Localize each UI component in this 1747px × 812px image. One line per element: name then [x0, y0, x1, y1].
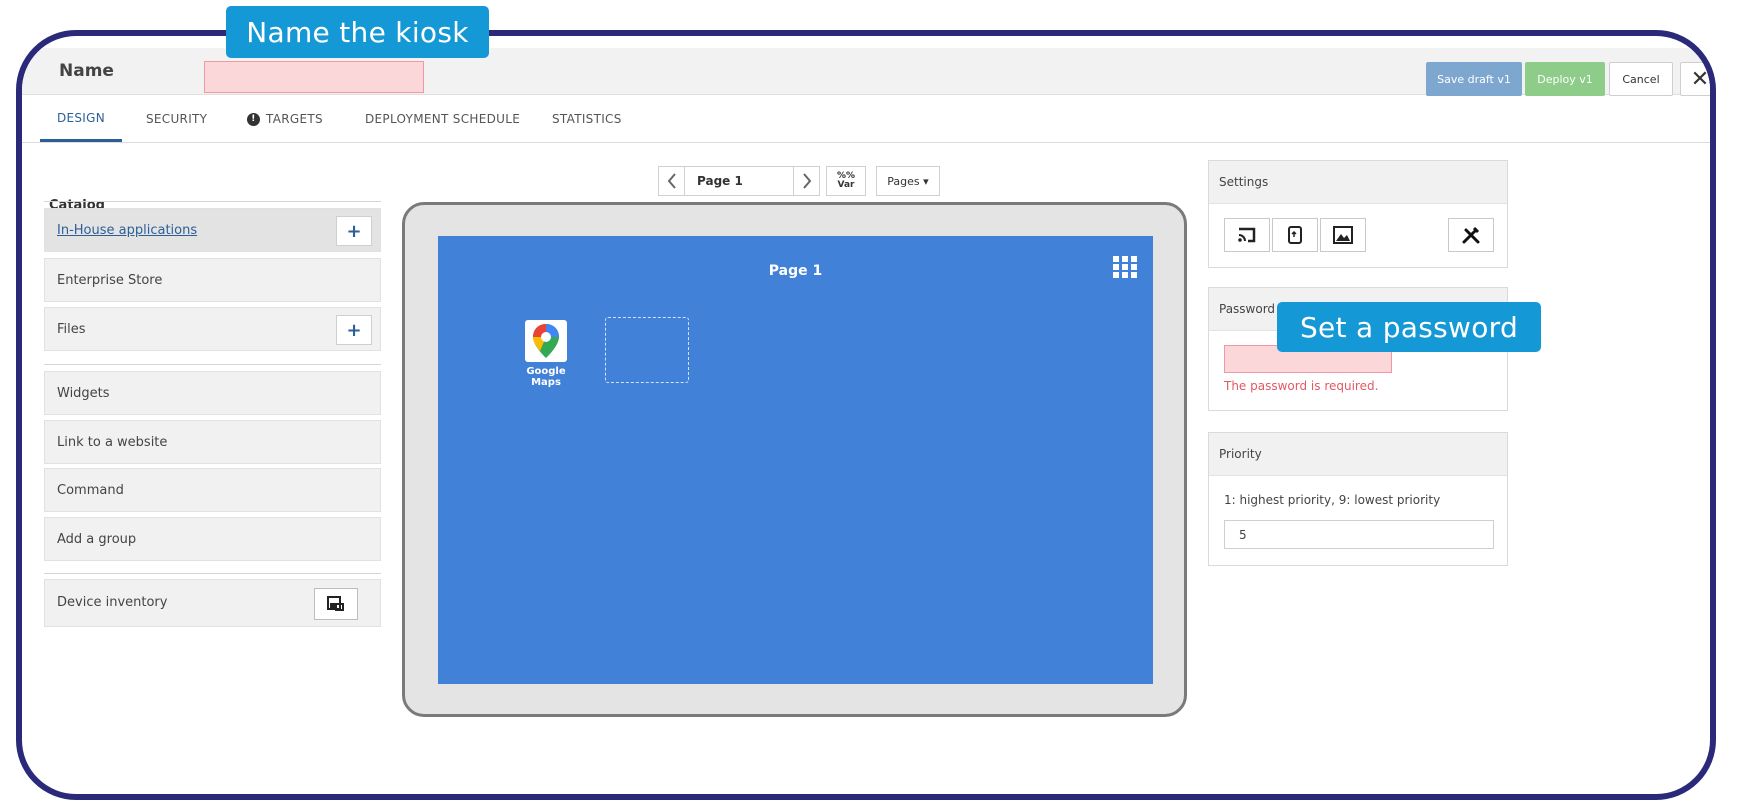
previous-page-button[interactable]: [658, 166, 684, 196]
save-draft-button[interactable]: Save draft v1: [1426, 62, 1522, 96]
alert-icon: !: [247, 112, 260, 126]
app-window: Name Save draft v1 Deploy v1 Cancel ✕ DE…: [16, 30, 1716, 800]
settings-panel: Settings: [1208, 160, 1508, 268]
google-maps-icon: [533, 324, 559, 358]
page-title: Page 1: [768, 263, 823, 279]
app-grid-icon[interactable]: [1113, 256, 1137, 278]
empty-tile-slot[interactable]: [605, 317, 689, 383]
close-button[interactable]: ✕: [1680, 62, 1710, 96]
priority-title: Priority: [1209, 433, 1507, 476]
close-icon: ✕: [1690, 66, 1710, 92]
tools-icon: [1462, 226, 1480, 244]
pages-dropdown[interactable]: Pages ▾: [876, 166, 940, 196]
plus-icon: +: [346, 319, 362, 341]
catalog-item-label: Enterprise Store: [57, 273, 163, 288]
catalog-item-command[interactable]: Command: [44, 468, 381, 512]
advanced-settings-button[interactable]: [1448, 218, 1494, 252]
chevron-left-icon: [667, 173, 676, 189]
app-tile-label: Google Maps: [526, 366, 566, 388]
catalog-item-link-to-website[interactable]: Link to a website: [44, 420, 381, 464]
cast-settings-button[interactable]: [1224, 218, 1270, 252]
tab-security[interactable]: SECURITY: [146, 96, 207, 142]
cancel-button[interactable]: Cancel: [1609, 62, 1673, 96]
catalog-item-device-inventory[interactable]: Device inventory: [44, 579, 381, 627]
catalog-item-label: Add a group: [57, 532, 137, 547]
tablet-preview: Page 1 Google Maps: [402, 202, 1187, 717]
catalog-item-label[interactable]: In-House applications: [57, 223, 197, 238]
priority-panel: Priority 1: highest priority, 9: lowest …: [1208, 432, 1508, 566]
catalog-item-label: Device inventory: [57, 595, 168, 610]
divider: [44, 364, 381, 365]
catalog-item-files[interactable]: Files +: [44, 307, 381, 351]
kiosk-name-input[interactable]: [204, 61, 424, 93]
deploy-button[interactable]: Deploy v1: [1525, 62, 1605, 96]
tab-statistics[interactable]: STATISTICS: [552, 96, 622, 142]
tab-targets-label: TARGETS: [266, 112, 323, 126]
device-inventory-icon: [327, 596, 344, 611]
tab-design[interactable]: DESIGN: [40, 96, 122, 142]
plus-icon: +: [346, 220, 362, 242]
add-in-house-app-button[interactable]: +: [336, 216, 372, 246]
catalog-item-widgets[interactable]: Widgets: [44, 371, 381, 415]
next-page-button[interactable]: [794, 166, 820, 196]
chevron-right-icon: [802, 173, 811, 189]
screen-rotation-icon: [1288, 226, 1302, 244]
wallpaper-settings-button[interactable]: [1320, 218, 1366, 252]
name-label: Name: [59, 61, 114, 81]
catalog-item-label: Files: [57, 322, 86, 337]
catalog-item-label: Link to a website: [57, 435, 168, 450]
callout-set-password: Set a password: [1277, 302, 1541, 352]
device-inventory-button[interactable]: [314, 588, 358, 620]
screen-cast-icon: [1238, 227, 1256, 243]
password-error-message: The password is required.: [1224, 379, 1379, 393]
google-maps-icon-container: [525, 320, 567, 362]
catalog-item-enterprise-store[interactable]: Enterprise Store: [44, 258, 381, 302]
priority-help-text: 1: highest priority, 9: lowest priority: [1224, 493, 1441, 507]
app-tile-google-maps[interactable]: Google Maps: [510, 320, 582, 388]
rotation-settings-button[interactable]: [1272, 218, 1318, 252]
variables-button[interactable]: %% Var: [826, 166, 866, 196]
catalog-item-add-group[interactable]: Add a group: [44, 517, 381, 561]
divider: [44, 201, 381, 202]
tab-deployment-schedule[interactable]: DEPLOYMENT SCHEDULE: [365, 96, 520, 142]
callout-name-kiosk: Name the kiosk: [226, 6, 489, 58]
page-select[interactable]: Page 1: [684, 166, 794, 196]
tab-targets[interactable]: ! TARGETS: [247, 96, 323, 142]
priority-input[interactable]: 5: [1224, 520, 1494, 549]
add-file-button[interactable]: +: [336, 315, 372, 345]
catalog-item-label: Command: [57, 483, 124, 498]
kiosk-screen: Page 1 Google Maps: [438, 236, 1153, 684]
divider: [44, 573, 381, 574]
image-icon: [1333, 226, 1353, 244]
catalog-item-in-house-applications[interactable]: In-House applications +: [44, 208, 381, 252]
settings-title: Settings: [1209, 161, 1507, 204]
tab-bar: DESIGN SECURITY ! TARGETS DEPLOYMENT SCH…: [22, 96, 1710, 143]
catalog-item-label: Widgets: [57, 386, 110, 401]
